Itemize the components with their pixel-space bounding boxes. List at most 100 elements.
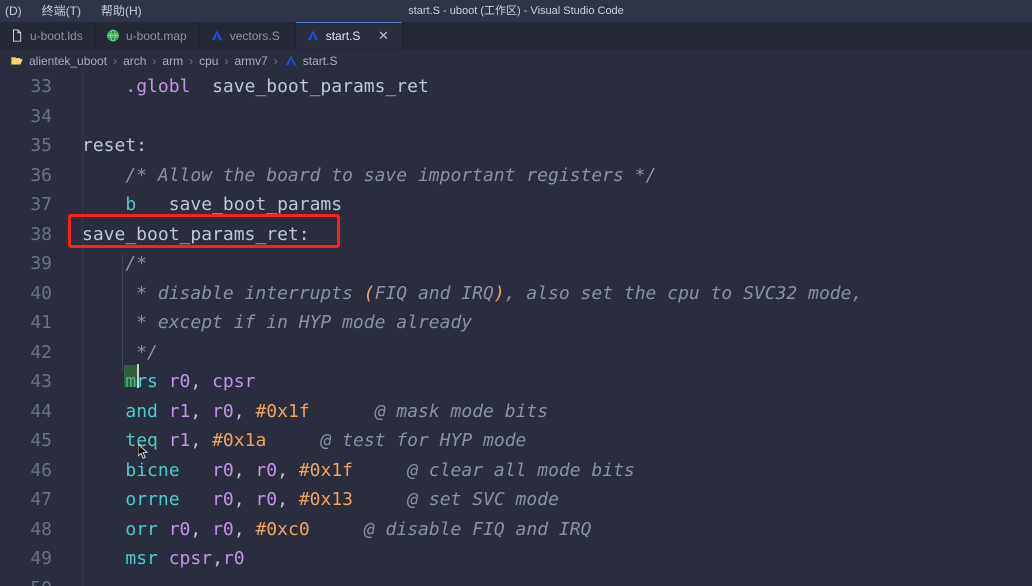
code-token: #0x13: [298, 489, 353, 510]
line-number: 38: [30, 223, 52, 245]
code-line[interactable]: 33 .globl save_boot_params_ret: [0, 72, 1032, 102]
window-title: start.S - uboot (工作区) - Visual Studio Co…: [408, 5, 624, 17]
code-token: .globl: [125, 76, 191, 97]
line-number: 33: [30, 76, 52, 98]
vscode-window: (D) 终端(T) 帮助(H) start.S - uboot (工作区) - Vi…: [0, 0, 1032, 586]
tab-label: vectors.S: [229, 28, 280, 43]
menu-debug[interactable]: (D): [2, 0, 25, 22]
code-token: #0x1a: [212, 430, 267, 451]
code-line[interactable]: 50: [0, 574, 1032, 586]
line-content: */: [68, 338, 158, 368]
tab-vectors-s[interactable]: vectors.S: [199, 22, 296, 49]
code-token: msr: [125, 548, 158, 569]
breadcrumb-item-arch[interactable]: arch: [123, 50, 146, 72]
code-token: save_boot_params: [136, 194, 343, 215]
tab-label: u-boot.lds: [30, 28, 83, 43]
code-token: ,: [233, 400, 256, 422]
line-content: * disable interrupts (FIQ and IRQ), also…: [68, 279, 862, 309]
text-caret: [137, 364, 139, 388]
breadcrumb-label: armv7: [234, 53, 268, 68]
code-line[interactable]: 44 and r1, r0, #0x1f @ mask mode bits: [0, 397, 1032, 427]
code-token: r0: [255, 459, 278, 481]
code-line[interactable]: 38 save_boot_params_ret:: [0, 220, 1032, 250]
code-token: b: [125, 194, 137, 215]
code-line[interactable]: 45 teq r1, #0x1a @ test for HYP mode: [0, 426, 1032, 456]
code-token: bicne: [125, 459, 180, 481]
line-content: b save_boot_params: [68, 190, 342, 220]
code-line[interactable]: 34: [0, 102, 1032, 132]
code-line[interactable]: 47 orrne r0, r0, #0x13 @ set SVC mode: [0, 485, 1032, 515]
code-token: ,: [233, 518, 256, 540]
code-line[interactable]: 40 * disable interrupts (FIQ and IRQ), a…: [0, 279, 1032, 309]
code-editor[interactable]: 33 .globl save_boot_params_ret 34 35 reset:…: [0, 72, 1032, 586]
code-line[interactable]: 41 * except if in HYP mode already: [0, 308, 1032, 338]
code-token: ,: [233, 459, 256, 481]
line-number: 47: [30, 489, 52, 511]
code-token: r0: [168, 371, 191, 392]
line-number: 45: [30, 430, 52, 452]
code-token: orrne: [125, 489, 180, 510]
line-number: 46: [30, 459, 52, 481]
line-content: mrs r0, cpsr: [68, 367, 255, 397]
breadcrumb-item-arm[interactable]: arm: [162, 50, 183, 72]
code-token: /* Allow the board to save important reg…: [82, 164, 657, 186]
tab-u-boot-map[interactable]: u-boot.map: [96, 22, 200, 49]
code-token: save_boot_params_ret: [190, 76, 429, 97]
code-token: , also set the cpu to SVC32 mode,: [504, 282, 863, 304]
title-bar: (D) 终端(T) 帮助(H) start.S - uboot (工作区) - Vi…: [0, 0, 1032, 22]
line-number: 50: [0, 578, 68, 586]
breadcrumb-separator: ›: [189, 53, 194, 68]
line-number: 40: [30, 282, 52, 304]
assembly-icon: [307, 30, 318, 41]
breadcrumb-separator: ›: [113, 53, 118, 68]
globe-icon: [107, 29, 119, 42]
breadcrumb-item-alientek-uboot[interactable]: alientek_uboot: [10, 50, 107, 72]
code-line[interactable]: 37 b save_boot_params: [0, 190, 1032, 220]
code-token: r0: [212, 518, 234, 540]
code-token: ,: [190, 518, 213, 540]
code-token: #0x1f: [298, 459, 353, 481]
breadcrumb-item-start-s[interactable]: start.S: [284, 50, 337, 72]
close-icon[interactable]: ✕: [376, 29, 390, 43]
tab-start-s[interactable]: start.S ✕: [295, 22, 404, 49]
breadcrumb-label: arch: [123, 53, 147, 68]
breadcrumb-separator: ›: [152, 53, 157, 68]
menu-terminal[interactable]: 终端(T): [39, 0, 84, 22]
code-lines-container: 33 .globl save_boot_params_ret 34 35 reset:…: [0, 72, 1032, 586]
code-token: @ clear all mode bits: [407, 459, 635, 481]
code-token: ,: [190, 400, 213, 422]
line-content: save_boot_params_ret:: [68, 220, 310, 250]
code-token: #0xc0: [255, 518, 310, 540]
code-line[interactable]: 46 bicne r0, r0, #0x1f @ clear all mode …: [0, 456, 1032, 486]
tab-label: start.S: [325, 28, 361, 43]
code-line[interactable]: 42 */: [0, 338, 1032, 368]
code-token: @ set SVC mode: [407, 489, 559, 510]
code-token: r1: [168, 400, 191, 422]
code-line[interactable]: 48 orr r0, r0, #0xc0 @ disable FIQ and I…: [0, 515, 1032, 545]
line-content: orr r0, r0, #0xc0 @ disable FIQ and IRQ: [68, 515, 591, 545]
line-number: 34: [30, 105, 52, 127]
folder-icon: [11, 57, 23, 65]
line-content: * except if in HYP mode already: [68, 308, 472, 338]
mouse-pointer-icon: [138, 444, 148, 459]
code-line[interactable]: 43 mrs r0, cpsr: [0, 367, 1032, 397]
breadcrumb-item-cpu[interactable]: cpu: [199, 50, 218, 72]
code-line[interactable]: 35 reset:: [0, 131, 1032, 161]
code-token: ,: [190, 430, 213, 451]
menu-help[interactable]: 帮助(H): [98, 0, 145, 22]
code-line[interactable]: 36 /* Allow the board to save important …: [0, 161, 1032, 191]
code-line[interactable]: 49 msr cpsr,r0: [0, 544, 1032, 574]
tab-u-boot-lds[interactable]: u-boot.lds: [0, 22, 96, 49]
code-token: * disable interrupts: [82, 282, 364, 304]
line-number: 43: [30, 371, 52, 393]
code-token: r0: [222, 548, 245, 569]
breadcrumb-item-armv7[interactable]: armv7: [234, 50, 267, 72]
code-line[interactable]: 39 /*: [0, 249, 1032, 279]
